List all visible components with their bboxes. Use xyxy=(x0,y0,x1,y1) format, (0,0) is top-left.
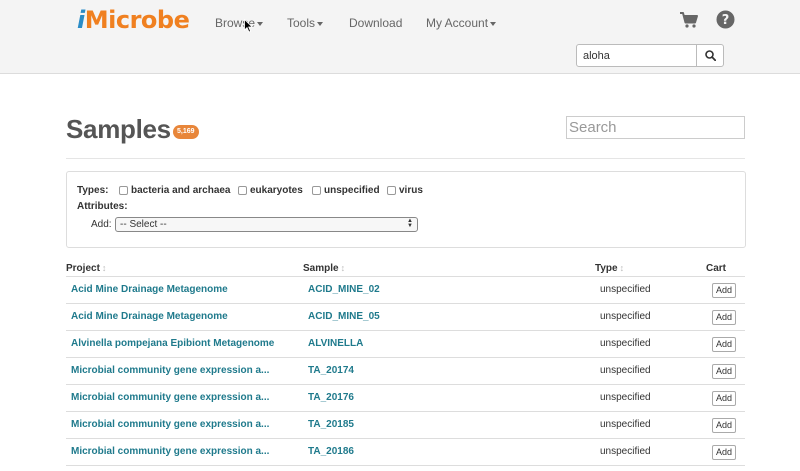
search-icon xyxy=(704,50,716,61)
column-header-project[interactable]: Project ↕ xyxy=(66,263,106,274)
sample-link[interactable]: ACID_MINE_02 xyxy=(308,284,380,295)
column-header-type[interactable]: Type ↕ xyxy=(595,263,624,274)
nav-tools-label: Tools xyxy=(287,16,316,30)
nav-browse[interactable]: Browse xyxy=(215,16,264,30)
sort-icon: ↕ xyxy=(101,263,107,273)
nav-download-label: Download xyxy=(349,16,403,30)
checkbox[interactable] xyxy=(119,186,128,195)
nav-download[interactable]: Download xyxy=(349,16,402,30)
project-link[interactable]: Microbial community gene expression a... xyxy=(71,392,269,403)
filter-panel: Types: bacteria and archaea eukaryotes u… xyxy=(66,171,746,248)
checkbox[interactable] xyxy=(312,186,321,195)
project-link[interactable]: Microbial community gene expression a... xyxy=(71,419,269,430)
table-row: Microbial community gene expression a...… xyxy=(66,358,745,385)
chevron-down-icon xyxy=(490,21,497,26)
page-title: Samples xyxy=(66,114,171,144)
type-checkbox-unspecified[interactable]: unspecified xyxy=(312,185,380,196)
type-cell: unspecified xyxy=(600,311,651,322)
column-header-cart: Cart xyxy=(706,263,726,274)
types-label: Types: xyxy=(77,185,109,196)
project-link[interactable]: Alvinella pompejana Epibiont Metagenome xyxy=(71,338,274,349)
nav-my-account-label: My Account xyxy=(426,16,489,30)
column-header-sample[interactable]: Sample ↕ xyxy=(303,263,345,274)
add-to-cart-button[interactable]: Add xyxy=(712,310,736,325)
type-checkbox-eukaryotes[interactable]: eukaryotes xyxy=(238,185,303,196)
sample-link[interactable]: TA_20185 xyxy=(308,419,354,430)
table-row: Microbial community gene expression a...… xyxy=(66,412,745,439)
sample-link[interactable]: TA_20186 xyxy=(308,446,354,457)
table-row: Acid Mine Drainage Metagenome ACID_MINE_… xyxy=(66,277,745,304)
attribute-select-value: -- Select -- xyxy=(120,219,167,230)
top-navbar: iMicrobe Browse Tools Download My Accoun… xyxy=(0,0,800,74)
sample-count-badge: 5,169 xyxy=(173,125,199,139)
sample-link[interactable]: TA_20176 xyxy=(308,392,354,403)
type-cell: unspecified xyxy=(600,446,651,457)
type-cell: unspecified xyxy=(600,338,651,349)
checkbox[interactable] xyxy=(387,186,396,195)
svg-text:?: ? xyxy=(722,13,730,28)
table-row: Acid Mine Drainage Metagenome ACID_MINE_… xyxy=(66,304,745,331)
add-to-cart-button[interactable]: Add xyxy=(712,418,736,433)
add-to-cart-button[interactable]: Add xyxy=(712,337,736,352)
brand-prefix: i xyxy=(77,6,85,34)
type-checkbox-virus[interactable]: virus xyxy=(387,185,423,196)
navbar-search-button[interactable] xyxy=(696,44,724,67)
checkbox[interactable] xyxy=(238,186,247,195)
project-link[interactable]: Microbial community gene expression a... xyxy=(71,446,269,457)
header-divider xyxy=(66,158,745,159)
add-to-cart-button[interactable]: Add xyxy=(712,283,736,298)
add-to-cart-button[interactable]: Add xyxy=(712,391,736,406)
type-cell: unspecified xyxy=(600,284,651,295)
brand-logo[interactable]: iMicrobe xyxy=(77,6,190,34)
mouse-cursor-icon xyxy=(244,19,254,33)
sort-icon: ↕ xyxy=(340,263,346,273)
add-attribute-label: Add: xyxy=(91,219,112,230)
sample-link[interactable]: ALVINELLA xyxy=(308,338,363,349)
attributes-label: Attributes: xyxy=(77,201,128,212)
project-link[interactable]: Microbial community gene expression a... xyxy=(71,365,269,376)
add-to-cart-button[interactable]: Add xyxy=(712,445,736,460)
column-header-label: Sample xyxy=(303,263,339,274)
chevron-down-icon xyxy=(317,21,324,26)
type-label: unspecified xyxy=(324,185,380,196)
type-label: eukaryotes xyxy=(250,185,303,196)
attribute-select[interactable]: -- Select -- ▲ ▼ xyxy=(115,217,418,232)
type-cell: unspecified xyxy=(600,419,651,430)
brand-suffix: Microbe xyxy=(84,6,190,34)
sort-icon: ↕ xyxy=(619,263,625,273)
type-cell: unspecified xyxy=(600,392,651,403)
nav-my-account[interactable]: My Account xyxy=(426,16,497,30)
nav-tools[interactable]: Tools xyxy=(287,16,324,30)
table-row: Alvinella pompejana Epibiont Metagenome … xyxy=(66,331,745,358)
samples-search-input[interactable] xyxy=(566,116,745,139)
project-link[interactable]: Acid Mine Drainage Metagenome xyxy=(71,311,228,322)
type-label: bacteria and archaea xyxy=(131,185,231,196)
cart-icon[interactable] xyxy=(679,11,699,29)
column-header-label: Cart xyxy=(706,263,727,274)
column-header-label: Project xyxy=(66,263,100,274)
help-icon[interactable]: ? xyxy=(716,10,735,29)
sample-link[interactable]: ACID_MINE_05 xyxy=(308,311,380,322)
table-row: Microbial community gene expression a...… xyxy=(66,385,745,412)
type-cell: unspecified xyxy=(600,365,651,376)
select-arrows-icon: ▲ ▼ xyxy=(407,218,413,229)
type-label: virus xyxy=(399,185,423,196)
type-checkbox-bacteria-archaea[interactable]: bacteria and archaea xyxy=(119,185,231,196)
sample-link[interactable]: TA_20174 xyxy=(308,365,354,376)
table-row: Microbial community gene expression a...… xyxy=(66,439,745,466)
add-to-cart-button[interactable]: Add xyxy=(712,364,736,379)
column-header-label: Type xyxy=(595,263,618,274)
project-link[interactable]: Acid Mine Drainage Metagenome xyxy=(71,284,228,295)
chevron-down-icon xyxy=(257,21,264,26)
navbar-search-input[interactable] xyxy=(576,44,697,67)
